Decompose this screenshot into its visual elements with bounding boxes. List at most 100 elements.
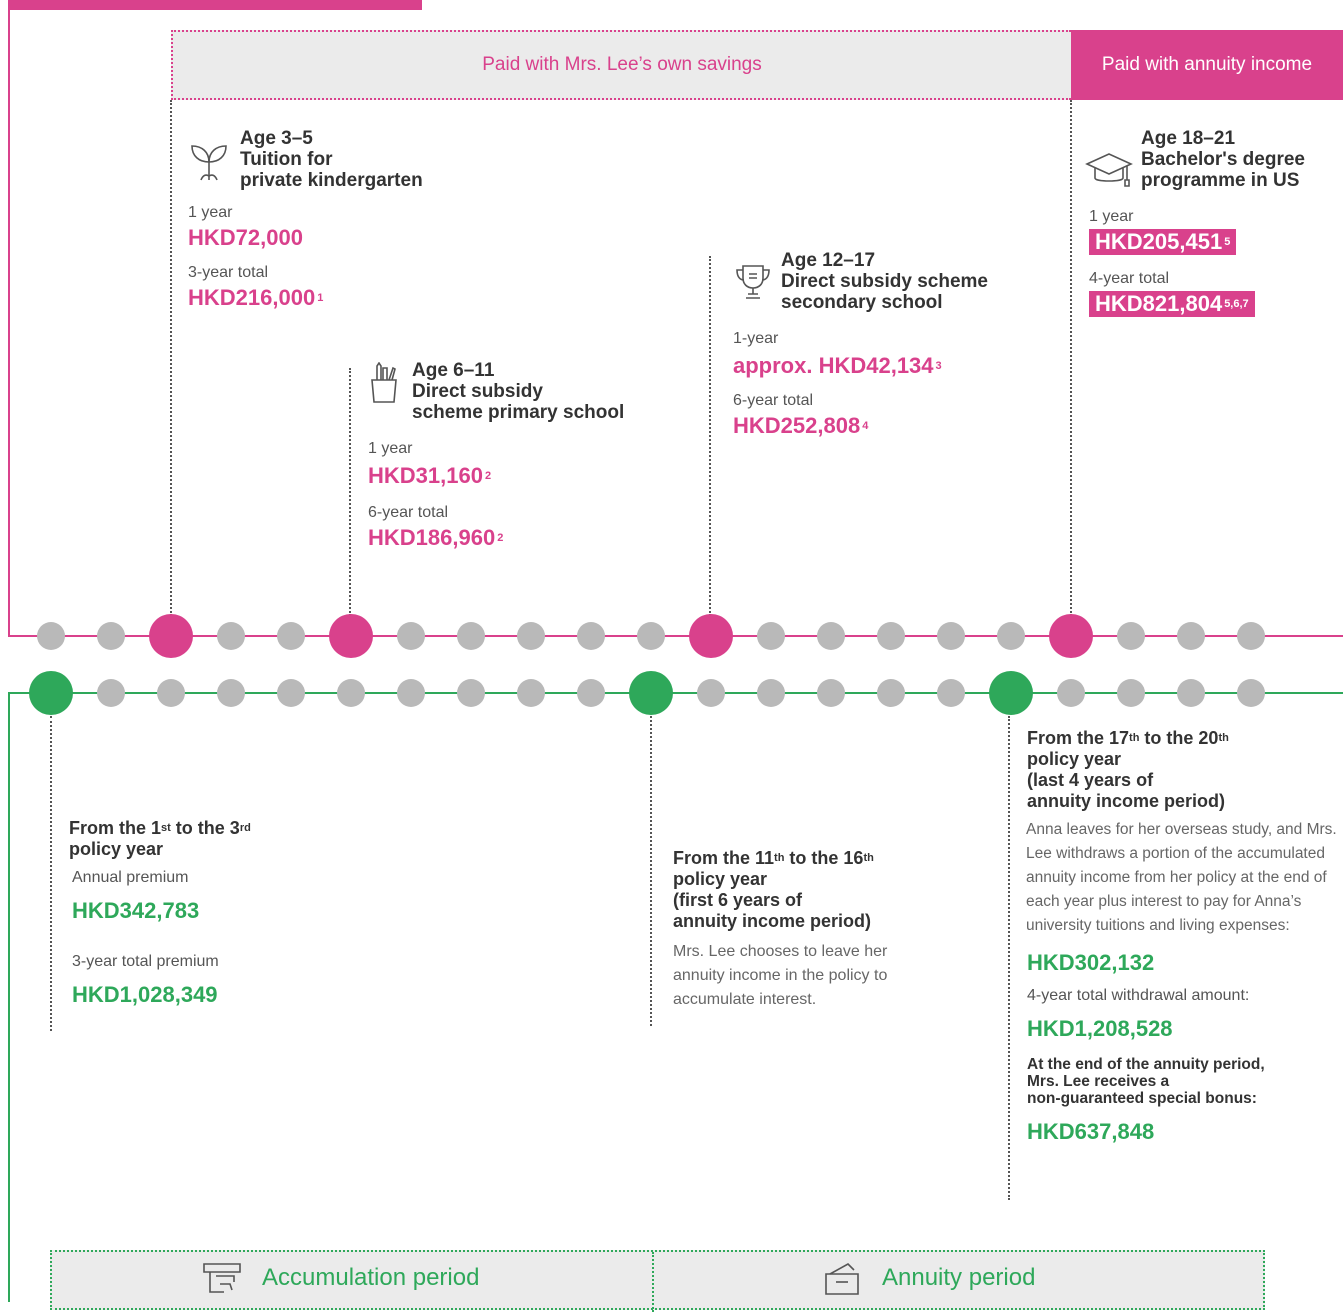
annuity-income-label: Paid with annuity income — [1101, 54, 1313, 75]
policy-3-amount-2: HKD1,208,528 — [1027, 1016, 1173, 1041]
timeline-dot — [817, 679, 845, 707]
policy-2-text: Mrs. Lee chooses to leave her annuity in… — [673, 943, 888, 1008]
pencil-cup-icon — [371, 362, 397, 403]
university-amount-1: HKD205,451 — [1095, 229, 1223, 254]
policy-3-label-2: 4-year total withdrawal amount: — [1027, 987, 1250, 1004]
accumulation-period-label: Accumulation period — [262, 1264, 480, 1291]
timeline-milestone-dot — [329, 614, 373, 658]
timeline-milestone-dot — [149, 614, 193, 658]
policy-3-bonus-text-3: non-guaranteed special bonus: — [1027, 1090, 1257, 1107]
policy-1-amount-2: HKD1,028,349 — [72, 982, 218, 1007]
timeline-dot — [877, 679, 905, 707]
atm-card-icon — [203, 1263, 241, 1293]
primary-title-2: scheme primary school — [412, 402, 625, 423]
timeline-dot — [577, 679, 605, 707]
timeline-dot — [277, 622, 305, 650]
policy-2-title-a: From the 11 — [673, 848, 775, 868]
university-stage: Age 18–21 Bachelor's degree programme in… — [1085, 128, 1343, 317]
timeline-milestone-dot — [29, 671, 73, 715]
secondary-age: Age 12–17 — [781, 250, 876, 271]
timeline-dot — [337, 679, 365, 707]
timeline-dot — [937, 622, 965, 650]
own-savings-label: Paid with Mrs. Lee’s own savings — [482, 54, 762, 75]
policy-3-connector — [1008, 716, 1010, 1200]
policy-1-label-1: Annual premium — [72, 869, 189, 886]
policy-3-amount-1: HKD302,132 — [1027, 950, 1155, 975]
policy-3-sup-b: th — [1218, 732, 1229, 744]
timeline-dot — [37, 622, 65, 650]
secondary-connector — [709, 256, 711, 616]
policy-3-bonus-text-2: Mrs. Lee receives a — [1027, 1073, 1170, 1090]
policy-1-3-block: From the 1st to the 3rd policy year Annu… — [69, 818, 369, 1008]
timeline-dot — [1177, 622, 1205, 650]
university-label-1: 1 year — [1089, 208, 1134, 225]
annuity-period: Annuity period — [822, 1260, 1035, 1296]
policy-2-title-b: to the 16 — [784, 848, 864, 868]
timeline-dot — [1057, 679, 1085, 707]
timeline-dot — [457, 679, 485, 707]
timeline-dot — [1117, 679, 1145, 707]
graduation-cap-icon — [1085, 153, 1133, 187]
university-age: Age 18–21 — [1141, 128, 1236, 149]
timeline-milestone-dot — [689, 614, 733, 658]
policy-1-amount-1: HKD342,783 — [72, 898, 200, 923]
primary-amount-2: HKD186,960 — [368, 525, 496, 550]
envelope-hand-icon — [825, 1263, 859, 1295]
policy-11-16-block: From the 11th to the 16th policy year (f… — [673, 848, 943, 1012]
top-pink-bar — [8, 0, 422, 10]
policy-2-sup-b: th — [863, 852, 874, 864]
policy-3-text: Anna leaves for her overseas study, and … — [1026, 821, 1337, 934]
period-divider — [652, 1252, 654, 1312]
timeline-dot — [1237, 622, 1265, 650]
policy-2-sup-a: th — [774, 852, 785, 864]
timeline-dot — [937, 679, 965, 707]
timeline-dot — [637, 622, 665, 650]
secondary-stage: Age 12–17 Direct subsidy scheme secondar… — [733, 250, 1053, 439]
university-amount-1-note: 5 — [1224, 236, 1231, 248]
timeline-dot — [157, 679, 185, 707]
timeline-dot — [517, 679, 545, 707]
primary-connector — [349, 368, 351, 616]
timeline-dot — [817, 622, 845, 650]
policy-3-title-e: annuity income period) — [1027, 791, 1226, 811]
kindergarten-title-2: private kindergarten — [240, 170, 423, 191]
period-band: Accumulation period Annuity period — [50, 1250, 1265, 1312]
university-title-1: Bachelor's degree — [1141, 149, 1305, 170]
policy-3-bonus-text-1: At the end of the annuity period, — [1027, 1056, 1265, 1073]
policy-1-title-a: From the 1 — [69, 818, 162, 838]
timeline-milestone-dot — [989, 671, 1033, 715]
timeline-dot — [1177, 679, 1205, 707]
policy-3-title-c: policy year — [1027, 749, 1122, 769]
kindergarten-amount-2-note: 1 — [317, 292, 324, 304]
secondary-title-2: secondary school — [781, 292, 943, 313]
policy-2-title-d: (first 6 years of — [673, 890, 803, 910]
timeline-dot — [97, 679, 125, 707]
kindergarten-amount-1: HKD72,000 — [188, 225, 303, 250]
trophy-icon — [736, 265, 770, 299]
policy-3-sup-a: th — [1129, 732, 1140, 744]
accumulation-period: Accumulation period — [202, 1260, 479, 1296]
kindergarten-amount-2: HKD216,000 — [188, 285, 316, 310]
pink-frame-left — [8, 0, 10, 636]
primary-stage: Age 6–11 Direct subsidy scheme primary s… — [368, 360, 688, 551]
policy-17-20-block: From the 17th to the 20th policy year (l… — [1026, 728, 1343, 1145]
timeline-dot — [1117, 622, 1145, 650]
university-amount-2-note: 5,6,7 — [1224, 298, 1249, 310]
annuity-period-label: Annuity period — [882, 1264, 1036, 1291]
primary-title-1: Direct subsidy — [412, 381, 543, 402]
policy-1-label-2: 3-year total premium — [72, 953, 219, 970]
timeline-dot — [877, 622, 905, 650]
timeline-dot — [997, 622, 1025, 650]
primary-amount-1-note: 2 — [484, 470, 492, 482]
policy-1-connector — [50, 716, 52, 1031]
secondary-label-1: 1-year — [733, 330, 779, 347]
kindergarten-title-1: Tuition for — [240, 149, 333, 170]
policy-3-amount-3: HKD637,848 — [1027, 1119, 1155, 1144]
policy-3-title-a: From the 17 — [1027, 728, 1130, 748]
timeline-dot — [97, 622, 125, 650]
sprout-icon — [191, 145, 227, 181]
timeline-dot — [1237, 679, 1265, 707]
policy-1-sup-b: rd — [239, 822, 251, 834]
secondary-label-2: 6-year total — [733, 392, 814, 409]
timeline-dot — [697, 679, 725, 707]
